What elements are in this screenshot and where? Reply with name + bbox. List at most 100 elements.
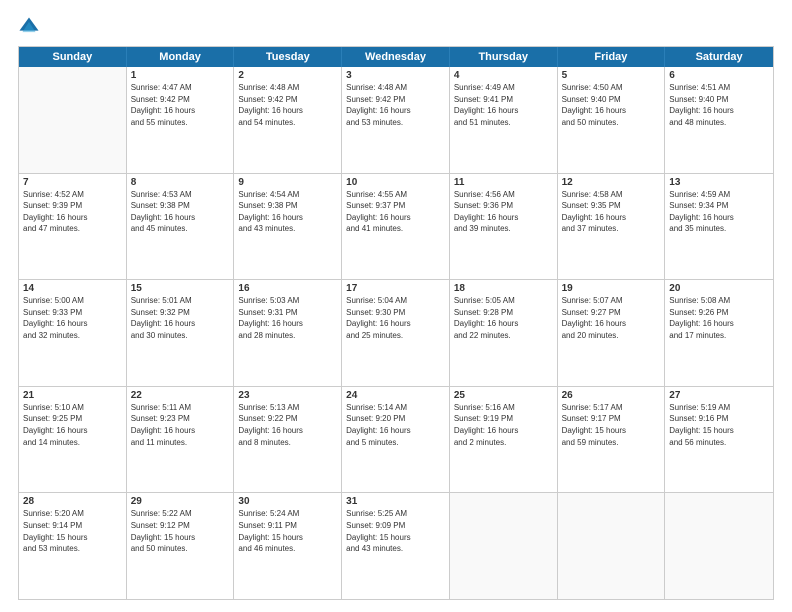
calendar-cell: 5Sunrise: 4:50 AM Sunset: 9:40 PM Daylig… bbox=[558, 67, 666, 173]
cell-info: Sunrise: 4:52 AM Sunset: 9:39 PM Dayligh… bbox=[23, 189, 122, 235]
cell-info: Sunrise: 5:24 AM Sunset: 9:11 PM Dayligh… bbox=[238, 508, 337, 554]
calendar-header-saturday: Saturday bbox=[665, 47, 773, 67]
calendar-cell: 14Sunrise: 5:00 AM Sunset: 9:33 PM Dayli… bbox=[19, 280, 127, 386]
cell-info: Sunrise: 4:48 AM Sunset: 9:42 PM Dayligh… bbox=[238, 82, 337, 128]
cell-info: Sunrise: 5:22 AM Sunset: 9:12 PM Dayligh… bbox=[131, 508, 230, 554]
calendar-header-wednesday: Wednesday bbox=[342, 47, 450, 67]
day-number: 14 bbox=[23, 283, 122, 294]
calendar-body: 1Sunrise: 4:47 AM Sunset: 9:42 PM Daylig… bbox=[19, 67, 773, 599]
cell-info: Sunrise: 4:56 AM Sunset: 9:36 PM Dayligh… bbox=[454, 189, 553, 235]
calendar-row-4: 28Sunrise: 5:20 AM Sunset: 9:14 PM Dayli… bbox=[19, 492, 773, 599]
logo-icon bbox=[18, 16, 40, 38]
calendar-cell: 24Sunrise: 5:14 AM Sunset: 9:20 PM Dayli… bbox=[342, 387, 450, 493]
page: SundayMondayTuesdayWednesdayThursdayFrid… bbox=[0, 0, 792, 612]
calendar-header-row: SundayMondayTuesdayWednesdayThursdayFrid… bbox=[19, 47, 773, 67]
day-number: 23 bbox=[238, 390, 337, 401]
cell-info: Sunrise: 4:53 AM Sunset: 9:38 PM Dayligh… bbox=[131, 189, 230, 235]
calendar-cell: 10Sunrise: 4:55 AM Sunset: 9:37 PM Dayli… bbox=[342, 174, 450, 280]
cell-info: Sunrise: 5:13 AM Sunset: 9:22 PM Dayligh… bbox=[238, 402, 337, 448]
calendar-cell: 1Sunrise: 4:47 AM Sunset: 9:42 PM Daylig… bbox=[127, 67, 235, 173]
day-number: 13 bbox=[669, 177, 769, 188]
day-number: 26 bbox=[562, 390, 661, 401]
cell-info: Sunrise: 5:17 AM Sunset: 9:17 PM Dayligh… bbox=[562, 402, 661, 448]
cell-info: Sunrise: 5:00 AM Sunset: 9:33 PM Dayligh… bbox=[23, 295, 122, 341]
calendar-cell: 18Sunrise: 5:05 AM Sunset: 9:28 PM Dayli… bbox=[450, 280, 558, 386]
cell-info: Sunrise: 5:08 AM Sunset: 9:26 PM Dayligh… bbox=[669, 295, 769, 341]
calendar-cell: 13Sunrise: 4:59 AM Sunset: 9:34 PM Dayli… bbox=[665, 174, 773, 280]
calendar-header-thursday: Thursday bbox=[450, 47, 558, 67]
calendar-cell: 12Sunrise: 4:58 AM Sunset: 9:35 PM Dayli… bbox=[558, 174, 666, 280]
calendar-cell: 17Sunrise: 5:04 AM Sunset: 9:30 PM Dayli… bbox=[342, 280, 450, 386]
day-number: 17 bbox=[346, 283, 445, 294]
day-number: 4 bbox=[454, 70, 553, 81]
calendar-cell: 27Sunrise: 5:19 AM Sunset: 9:16 PM Dayli… bbox=[665, 387, 773, 493]
day-number: 28 bbox=[23, 496, 122, 507]
day-number: 8 bbox=[131, 177, 230, 188]
logo bbox=[18, 16, 44, 38]
cell-info: Sunrise: 4:55 AM Sunset: 9:37 PM Dayligh… bbox=[346, 189, 445, 235]
calendar-cell: 30Sunrise: 5:24 AM Sunset: 9:11 PM Dayli… bbox=[234, 493, 342, 599]
day-number: 1 bbox=[131, 70, 230, 81]
cell-info: Sunrise: 4:59 AM Sunset: 9:34 PM Dayligh… bbox=[669, 189, 769, 235]
cell-info: Sunrise: 5:16 AM Sunset: 9:19 PM Dayligh… bbox=[454, 402, 553, 448]
day-number: 15 bbox=[131, 283, 230, 294]
calendar-header-tuesday: Tuesday bbox=[234, 47, 342, 67]
calendar: SundayMondayTuesdayWednesdayThursdayFrid… bbox=[18, 46, 774, 600]
day-number: 6 bbox=[669, 70, 769, 81]
calendar-cell: 15Sunrise: 5:01 AM Sunset: 9:32 PM Dayli… bbox=[127, 280, 235, 386]
calendar-cell bbox=[450, 493, 558, 599]
cell-info: Sunrise: 4:50 AM Sunset: 9:40 PM Dayligh… bbox=[562, 82, 661, 128]
day-number: 22 bbox=[131, 390, 230, 401]
day-number: 27 bbox=[669, 390, 769, 401]
day-number: 9 bbox=[238, 177, 337, 188]
calendar-row-1: 7Sunrise: 4:52 AM Sunset: 9:39 PM Daylig… bbox=[19, 173, 773, 280]
day-number: 2 bbox=[238, 70, 337, 81]
cell-info: Sunrise: 4:49 AM Sunset: 9:41 PM Dayligh… bbox=[454, 82, 553, 128]
calendar-row-3: 21Sunrise: 5:10 AM Sunset: 9:25 PM Dayli… bbox=[19, 386, 773, 493]
day-number: 12 bbox=[562, 177, 661, 188]
calendar-cell: 2Sunrise: 4:48 AM Sunset: 9:42 PM Daylig… bbox=[234, 67, 342, 173]
day-number: 29 bbox=[131, 496, 230, 507]
cell-info: Sunrise: 4:58 AM Sunset: 9:35 PM Dayligh… bbox=[562, 189, 661, 235]
calendar-cell: 7Sunrise: 4:52 AM Sunset: 9:39 PM Daylig… bbox=[19, 174, 127, 280]
calendar-cell: 19Sunrise: 5:07 AM Sunset: 9:27 PM Dayli… bbox=[558, 280, 666, 386]
day-number: 5 bbox=[562, 70, 661, 81]
cell-info: Sunrise: 4:54 AM Sunset: 9:38 PM Dayligh… bbox=[238, 189, 337, 235]
cell-info: Sunrise: 5:07 AM Sunset: 9:27 PM Dayligh… bbox=[562, 295, 661, 341]
day-number: 16 bbox=[238, 283, 337, 294]
calendar-cell: 20Sunrise: 5:08 AM Sunset: 9:26 PM Dayli… bbox=[665, 280, 773, 386]
day-number: 18 bbox=[454, 283, 553, 294]
cell-info: Sunrise: 5:01 AM Sunset: 9:32 PM Dayligh… bbox=[131, 295, 230, 341]
calendar-cell: 22Sunrise: 5:11 AM Sunset: 9:23 PM Dayli… bbox=[127, 387, 235, 493]
calendar-cell: 16Sunrise: 5:03 AM Sunset: 9:31 PM Dayli… bbox=[234, 280, 342, 386]
day-number: 3 bbox=[346, 70, 445, 81]
calendar-cell bbox=[19, 67, 127, 173]
day-number: 21 bbox=[23, 390, 122, 401]
calendar-cell: 4Sunrise: 4:49 AM Sunset: 9:41 PM Daylig… bbox=[450, 67, 558, 173]
cell-info: Sunrise: 5:03 AM Sunset: 9:31 PM Dayligh… bbox=[238, 295, 337, 341]
cell-info: Sunrise: 5:19 AM Sunset: 9:16 PM Dayligh… bbox=[669, 402, 769, 448]
calendar-cell: 25Sunrise: 5:16 AM Sunset: 9:19 PM Dayli… bbox=[450, 387, 558, 493]
day-number: 7 bbox=[23, 177, 122, 188]
calendar-cell: 11Sunrise: 4:56 AM Sunset: 9:36 PM Dayli… bbox=[450, 174, 558, 280]
day-number: 11 bbox=[454, 177, 553, 188]
calendar-cell bbox=[558, 493, 666, 599]
cell-info: Sunrise: 4:51 AM Sunset: 9:40 PM Dayligh… bbox=[669, 82, 769, 128]
cell-info: Sunrise: 5:04 AM Sunset: 9:30 PM Dayligh… bbox=[346, 295, 445, 341]
calendar-header-friday: Friday bbox=[558, 47, 666, 67]
calendar-cell: 28Sunrise: 5:20 AM Sunset: 9:14 PM Dayli… bbox=[19, 493, 127, 599]
cell-info: Sunrise: 4:48 AM Sunset: 9:42 PM Dayligh… bbox=[346, 82, 445, 128]
calendar-cell bbox=[665, 493, 773, 599]
calendar-row-0: 1Sunrise: 4:47 AM Sunset: 9:42 PM Daylig… bbox=[19, 67, 773, 173]
day-number: 31 bbox=[346, 496, 445, 507]
header bbox=[18, 16, 774, 38]
calendar-cell: 8Sunrise: 4:53 AM Sunset: 9:38 PM Daylig… bbox=[127, 174, 235, 280]
calendar-header-monday: Monday bbox=[127, 47, 235, 67]
day-number: 25 bbox=[454, 390, 553, 401]
cell-info: Sunrise: 5:25 AM Sunset: 9:09 PM Dayligh… bbox=[346, 508, 445, 554]
calendar-cell: 29Sunrise: 5:22 AM Sunset: 9:12 PM Dayli… bbox=[127, 493, 235, 599]
calendar-cell: 23Sunrise: 5:13 AM Sunset: 9:22 PM Dayli… bbox=[234, 387, 342, 493]
calendar-cell: 26Sunrise: 5:17 AM Sunset: 9:17 PM Dayli… bbox=[558, 387, 666, 493]
calendar-cell: 21Sunrise: 5:10 AM Sunset: 9:25 PM Dayli… bbox=[19, 387, 127, 493]
calendar-header-sunday: Sunday bbox=[19, 47, 127, 67]
